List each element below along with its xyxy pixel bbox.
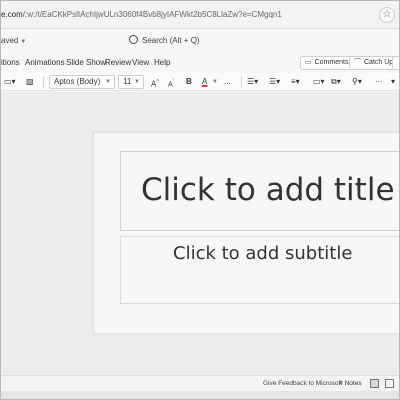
tab-help[interactable]: Help [154, 57, 170, 69]
url-field[interactable]: e.com/:w:/t/EaCKkPslIAchIjwULn3060f4Bvb8… [1, 7, 399, 23]
grow-font-button[interactable]: A^ [151, 75, 159, 89]
notes-label: Notes [344, 380, 362, 387]
font-name-value: Aptos (Body) [54, 77, 101, 86]
address-bar: e.com/:w:/t/EaCKkPslIAchIjwULn3060f4Bvb8… [1, 1, 399, 29]
subtitle-placeholder[interactable]: Click to add subtitle [120, 236, 399, 304]
tab-review[interactable]: Review [105, 57, 131, 69]
tab-slide-show[interactable]: Slide Show [66, 57, 106, 69]
give-feedback-link[interactable]: Give Feedback to Microsoft [263, 378, 342, 390]
catch-up-button[interactable]: ⌒ Catch Up [349, 56, 399, 70]
toolbar-divider [241, 76, 242, 88]
catch-up-label: Catch Up [364, 59, 394, 66]
comment-icon: ▭ [305, 59, 312, 66]
slide-sorter-icon[interactable] [385, 379, 394, 388]
chevron-down-icon[interactable]: ▼ [212, 75, 218, 89]
save-status-label: aved [1, 36, 19, 45]
status-bar: Give Feedback to Microsoft ≡ Notes [1, 375, 399, 391]
toolbar-divider [43, 76, 44, 88]
picture-icon[interactable]: ▨ [26, 75, 34, 89]
slide[interactable]: Click to add title Click to add subtitle [93, 132, 399, 334]
chevron-down-icon: ▼ [105, 79, 111, 85]
font-size-value: 11 [123, 77, 132, 86]
subtitle-placeholder-text: Click to add subtitle [173, 243, 353, 264]
search-box[interactable]: Search (Alt + Q) [129, 34, 309, 48]
shrink-font-button[interactable]: Aˇ [168, 75, 174, 89]
tab-transitions[interactable]: itions [1, 57, 20, 69]
font-name-select[interactable]: Aptos (Body) ▼ [49, 75, 115, 89]
more-options-icon[interactable]: ... [224, 75, 231, 89]
notes-button[interactable]: ≡ Notes [339, 378, 362, 390]
title-placeholder[interactable]: Click to add title [120, 151, 399, 231]
more-toolbar-icon[interactable]: ··· [375, 75, 383, 89]
ribbon-tabs: itions Animations Slide Show Review View… [1, 53, 399, 73]
comments-label: Comments [314, 59, 349, 66]
shapes-icon[interactable]: ▭▾ [313, 75, 325, 89]
slide-canvas: Click to add title Click to add subtitle [1, 92, 399, 375]
star-icon[interactable]: ☆ [379, 7, 395, 23]
share-button[interactable] [392, 56, 399, 70]
chevron-down-icon[interactable]: ▾ [391, 75, 395, 89]
title-bar: aved ▼ Search (Alt + Q) [1, 29, 399, 53]
save-status[interactable]: aved ▼ [1, 35, 26, 48]
title-placeholder-text: Click to add title [141, 172, 395, 208]
chevron-down-icon: ▼ [134, 79, 140, 85]
bold-button[interactable]: B [186, 75, 192, 89]
tab-view[interactable]: View [132, 57, 149, 69]
comments-button[interactable]: ▭ Comments [300, 56, 354, 70]
catch-up-icon: ⌒ [354, 59, 361, 66]
normal-view-icon[interactable] [370, 379, 379, 388]
bullets-icon[interactable]: ☰▾ [247, 75, 258, 89]
chevron-down-icon: ▼ [20, 39, 27, 45]
arrange-icon[interactable]: ⧉▾ [331, 75, 341, 89]
numbering-icon[interactable]: ☰▾ [269, 75, 280, 89]
search-placeholder: Search (Alt + Q) [142, 36, 200, 45]
url-path: /:w:/t/EaCKkPslIAchIjwULn3060f4Bvb8jyIAF… [22, 10, 282, 19]
powerpoint-web-window: e.com/:w:/t/EaCKkPslIAchIjwULn3060f4Bvb8… [0, 0, 400, 400]
search-icon [129, 35, 138, 44]
font-color-button[interactable]: A [202, 75, 207, 89]
tab-animations[interactable]: Animations [25, 57, 65, 69]
window-bottom-edge [1, 391, 399, 399]
find-icon[interactable]: ⚲▾ [352, 75, 362, 89]
font-size-select[interactable]: 11 ▼ [118, 75, 144, 89]
layout-icon[interactable]: ▭▾ [4, 75, 16, 89]
align-icon[interactable]: ≡▾ [291, 75, 300, 89]
home-toolbar: ▭▾ ▨ Aptos (Body) ▼ 11 ▼ A^ Aˇ B A ▼ ... ☰… [1, 73, 399, 91]
url-host: e.com [1, 10, 23, 19]
